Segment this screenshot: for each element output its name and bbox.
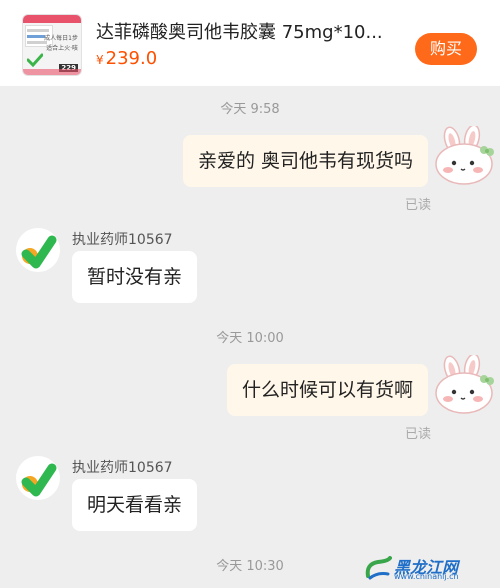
pharmacist-avatar[interactable] bbox=[16, 456, 60, 500]
price-value: 239.0 bbox=[105, 48, 158, 69]
yellow-green-check-logo-icon bbox=[21, 463, 57, 497]
timestamp: 今天 10:00 bbox=[216, 331, 284, 346]
yellow-green-check-logo-icon bbox=[21, 235, 57, 269]
watermark-url: www.chinahlj.cn bbox=[394, 572, 459, 581]
bunny-sticker-icon bbox=[435, 126, 494, 185]
thumb-check-icon bbox=[27, 53, 43, 67]
user-avatar[interactable] bbox=[432, 126, 496, 186]
outgoing-message-bubble[interactable]: 亲爱的 奥司他韦有现货吗 bbox=[182, 135, 428, 187]
site-watermark: 黑龙江网 www.chinahlj.cn bbox=[364, 554, 494, 582]
thumb-line bbox=[27, 29, 49, 32]
outgoing-message-bubble[interactable]: 什么时候可以有货啊 bbox=[226, 364, 428, 416]
user-avatar[interactable] bbox=[432, 355, 496, 415]
watermark-logo-icon bbox=[365, 556, 392, 580]
product-price: ¥239.0 bbox=[96, 48, 157, 69]
thumb-bottom-stripe bbox=[23, 69, 81, 75]
product-thumbnail[interactable]: 成人每日1步 适合上火·咳 229 bbox=[22, 14, 82, 76]
timestamp: 今天 9:58 bbox=[220, 102, 280, 117]
read-status: 已读 bbox=[405, 198, 432, 213]
read-status: 已读 bbox=[405, 427, 432, 442]
incoming-message-bubble[interactable]: 暂时没有亲 bbox=[72, 251, 198, 303]
thumb-line bbox=[27, 35, 45, 38]
buy-button[interactable]: 购买 bbox=[415, 33, 477, 65]
thumb-text-line2: 适合上火·咳 bbox=[46, 45, 78, 52]
thumb-top-stripe bbox=[23, 15, 81, 23]
sender-name: 执业药师10567 bbox=[72, 232, 173, 248]
thumb-text-line1: 成人每日1步 bbox=[44, 35, 78, 42]
sender-name: 执业药师10567 bbox=[72, 460, 173, 476]
bunny-sticker-icon bbox=[435, 355, 494, 414]
product-title[interactable]: 达菲磷酸奥司他韦胶囊 75mg*10... bbox=[96, 18, 396, 44]
product-card[interactable]: 成人每日1步 适合上火·咳 229 达菲磷酸奥司他韦胶囊 75mg*10... … bbox=[0, 0, 500, 86]
pharmacist-avatar[interactable] bbox=[16, 228, 60, 272]
incoming-message-bubble[interactable]: 明天看看亲 bbox=[72, 479, 198, 531]
price-currency-symbol: ¥ bbox=[96, 53, 104, 67]
